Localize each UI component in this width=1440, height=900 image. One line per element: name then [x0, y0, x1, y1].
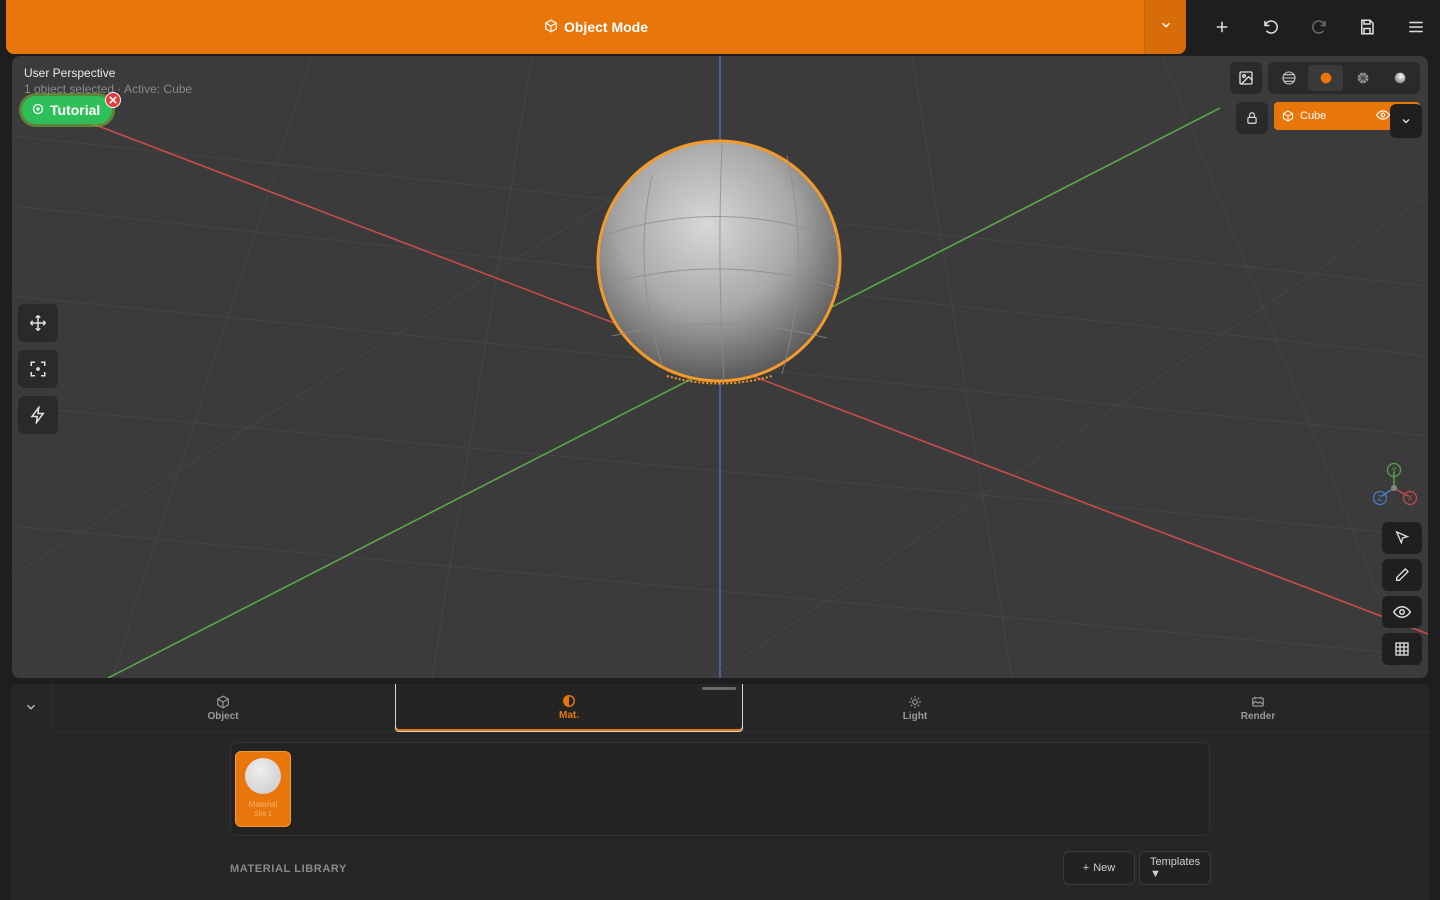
image-icon — [1239, 71, 1253, 85]
templates-button[interactable]: Templates ▼ — [1139, 851, 1211, 885]
active-object-name: Cube — [1300, 110, 1327, 122]
new-material-label: New — [1093, 862, 1116, 874]
eye-icon[interactable] — [1375, 108, 1391, 125]
select-tool-button[interactable] — [1382, 522, 1422, 554]
solid-icon — [1320, 72, 1331, 84]
templates-caret: ▼ — [1150, 868, 1161, 880]
light-icon — [909, 695, 921, 708]
navigation-gizmo[interactable]: Y Z X — [1370, 462, 1422, 510]
tab-material[interactable]: Mat. — [395, 684, 743, 732]
tab-light[interactable]: Light — [744, 684, 1086, 732]
drag-handle[interactable] — [702, 687, 736, 690]
help-circle-icon — [32, 102, 44, 118]
tab-light-label: Light — [902, 710, 928, 722]
properties-panel: Object Mat. Light Render Material Slot 1 — [10, 684, 1430, 900]
right-toolbar — [1382, 522, 1422, 665]
gizmo-y-label: Y — [1391, 466, 1397, 475]
mode-selector[interactable]: Object Mode — [544, 18, 648, 36]
close-icon — [109, 96, 117, 104]
chevron-down-icon — [26, 704, 35, 710]
cube-icon — [1283, 110, 1293, 122]
app: Object Mode User Perspective 1 object se… — [0, 0, 1440, 900]
move-icon — [29, 314, 47, 332]
material-icon — [563, 695, 575, 707]
shading-mode-group — [1268, 62, 1420, 94]
frame-icon — [30, 361, 46, 377]
tab-object-label: Object — [207, 710, 239, 722]
save-icon — [1361, 19, 1375, 35]
mode-dropdown-button[interactable] — [1144, 0, 1186, 54]
cube-icon — [217, 694, 229, 709]
frame-tool-button[interactable] — [18, 350, 58, 388]
material-slot-number: Slot 1 — [254, 811, 272, 818]
active-object-row: Cube — [1236, 102, 1422, 138]
panel-tabs: Object Mat. Light Render — [52, 684, 1430, 732]
gizmo-z-label: Z — [1378, 494, 1383, 503]
add-button[interactable] — [1207, 12, 1237, 42]
wireframe-icon — [1281, 71, 1296, 85]
viewport-title: User Perspective — [24, 66, 116, 80]
panel-collapse-button[interactable] — [10, 684, 52, 730]
tutorial-close-button[interactable] — [105, 92, 121, 108]
tutorial-button[interactable]: Tutorial — [22, 96, 113, 124]
mode-label: Object Mode — [563, 19, 648, 35]
shading-material-button[interactable] — [1345, 65, 1380, 91]
grid-icon — [1395, 642, 1409, 656]
visibility-tool-button[interactable] — [1382, 596, 1422, 628]
shading-rendered-button[interactable] — [1382, 65, 1417, 91]
chevron-down-icon — [1159, 18, 1173, 37]
gizmo-x-label: X — [1407, 494, 1413, 503]
material-slot[interactable]: Material Slot 1 — [235, 751, 291, 827]
mode-bar[interactable]: Object Mode — [6, 0, 1186, 54]
shading-toolbar — [1230, 62, 1420, 94]
top-actions — [1190, 0, 1440, 54]
plus-icon: + — [1082, 862, 1090, 874]
menu-button[interactable] — [1401, 12, 1431, 42]
material-library-title: MATERIAL LIBRARY — [230, 863, 347, 875]
grid-tool-button[interactable] — [1382, 633, 1422, 665]
tab-render[interactable]: Render — [1087, 684, 1429, 732]
tab-render-label: Render — [1240, 710, 1276, 722]
move-tool-button[interactable] — [18, 304, 58, 342]
redo-button[interactable] — [1304, 12, 1334, 42]
material-icon — [1357, 72, 1368, 84]
add-icon — [1216, 21, 1228, 33]
save-button[interactable] — [1352, 12, 1382, 42]
tutorial-label: Tutorial — [50, 102, 101, 118]
cube-icon — [544, 18, 558, 36]
tab-object[interactable]: Object — [52, 684, 394, 732]
chevron-down-icon — [1402, 119, 1410, 124]
draw-icon — [1396, 568, 1409, 581]
3d-viewport[interactable]: User Perspective 1 object selected · Act… — [12, 56, 1428, 678]
tab-material-label: Mat. — [559, 710, 579, 721]
undo-icon — [1263, 20, 1278, 34]
material-slots: Material Slot 1 — [230, 742, 1210, 836]
rendered-icon — [1394, 72, 1405, 84]
undo-button[interactable] — [1256, 12, 1286, 42]
menu-icon — [1409, 21, 1423, 33]
quick-action-button[interactable] — [18, 396, 58, 434]
quick-action-icon — [30, 406, 45, 424]
scene-canvas[interactable] — [12, 56, 1428, 678]
render-icon — [1252, 696, 1264, 707]
material-slot-name: Material — [248, 800, 278, 809]
visibility-icon — [1393, 605, 1411, 619]
shading-solid-button[interactable] — [1308, 65, 1343, 91]
object-options-button[interactable] — [1390, 104, 1422, 138]
lock-icon — [1247, 112, 1257, 124]
lock-button[interactable] — [1236, 102, 1268, 134]
templates-label: Templates — [1150, 856, 1201, 868]
sphere-object[interactable] — [596, 139, 842, 385]
render-preview-button[interactable] — [1230, 62, 1262, 94]
shading-wireframe-button[interactable] — [1271, 65, 1306, 91]
draw-tool-button[interactable] — [1382, 559, 1422, 591]
select-icon — [1395, 530, 1410, 545]
new-material-button[interactable]: + New — [1063, 851, 1135, 885]
material-preview — [245, 758, 281, 794]
left-toolbar — [18, 304, 58, 434]
active-object-chip[interactable]: Cube — [1274, 102, 1422, 138]
redo-icon — [1312, 20, 1326, 34]
